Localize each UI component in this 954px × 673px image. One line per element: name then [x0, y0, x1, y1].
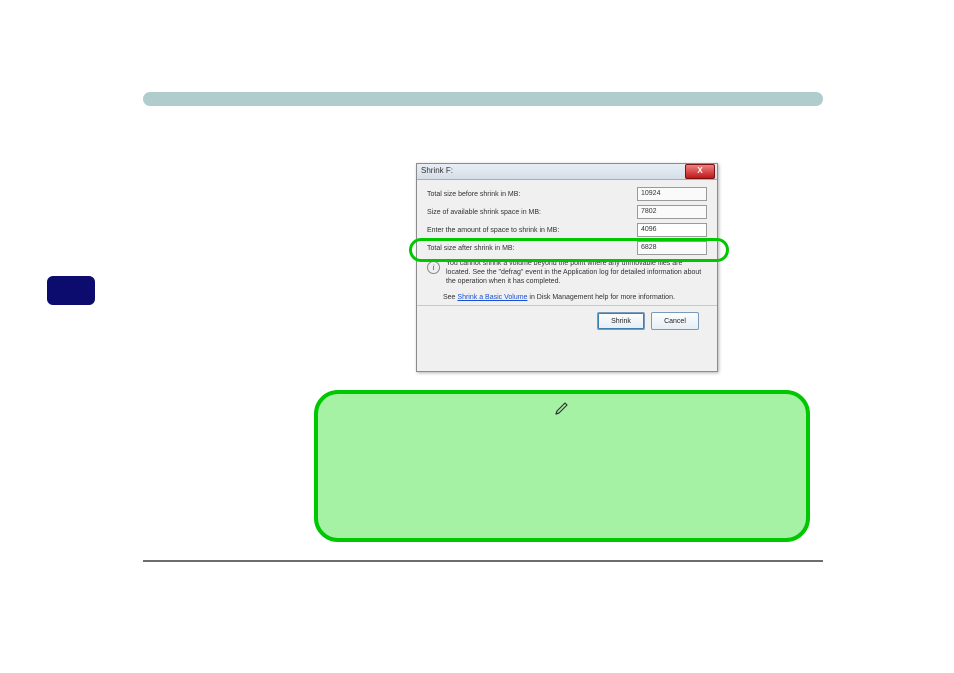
pencil-icon — [554, 400, 570, 421]
help-link[interactable]: Shrink a Basic Volume — [457, 294, 527, 301]
value-total-before: 10924 — [637, 187, 707, 201]
help-prefix: See — [443, 294, 457, 301]
dialog-title: Shrink F: — [421, 166, 453, 175]
row-available: Size of available shrink space in MB: 78… — [427, 204, 707, 220]
value-available: 7802 — [637, 205, 707, 219]
info-icon: i — [427, 261, 440, 274]
tip-box — [314, 390, 810, 542]
page-side-tab — [47, 276, 95, 305]
info-block: i You cannot shrink a volume beyond the … — [427, 260, 707, 286]
label-total-after: Total size after shrink in MB: — [427, 245, 637, 252]
input-amount-to-shrink[interactable] — [637, 223, 707, 237]
section-header-bar — [143, 92, 823, 106]
row-total-after: Total size after shrink in MB: 6828 — [427, 240, 707, 256]
shrink-volume-dialog: Shrink F: X Total size before shrink in … — [416, 163, 718, 372]
close-icon: X — [686, 165, 714, 176]
help-suffix: in Disk Management help for more informa… — [529, 294, 675, 301]
label-available: Size of available shrink space in MB: — [427, 209, 637, 216]
info-text: You cannot shrink a volume beyond the po… — [446, 260, 707, 286]
footer-rule — [143, 560, 823, 562]
label-total-before: Total size before shrink in MB: — [427, 191, 637, 198]
dialog-titlebar: Shrink F: X — [417, 164, 717, 180]
label-amount-to-shrink: Enter the amount of space to shrink in M… — [427, 227, 637, 234]
close-button[interactable]: X — [685, 164, 715, 179]
help-line: See Shrink a Basic Volume in Disk Manage… — [443, 294, 707, 301]
row-total-before: Total size before shrink in MB: 10924 — [427, 186, 707, 202]
row-amount-to-shrink: Enter the amount of space to shrink in M… — [427, 222, 707, 238]
shrink-button[interactable]: Shrink — [597, 312, 645, 330]
value-total-after: 6828 — [637, 241, 707, 255]
cancel-button[interactable]: Cancel — [651, 312, 699, 330]
